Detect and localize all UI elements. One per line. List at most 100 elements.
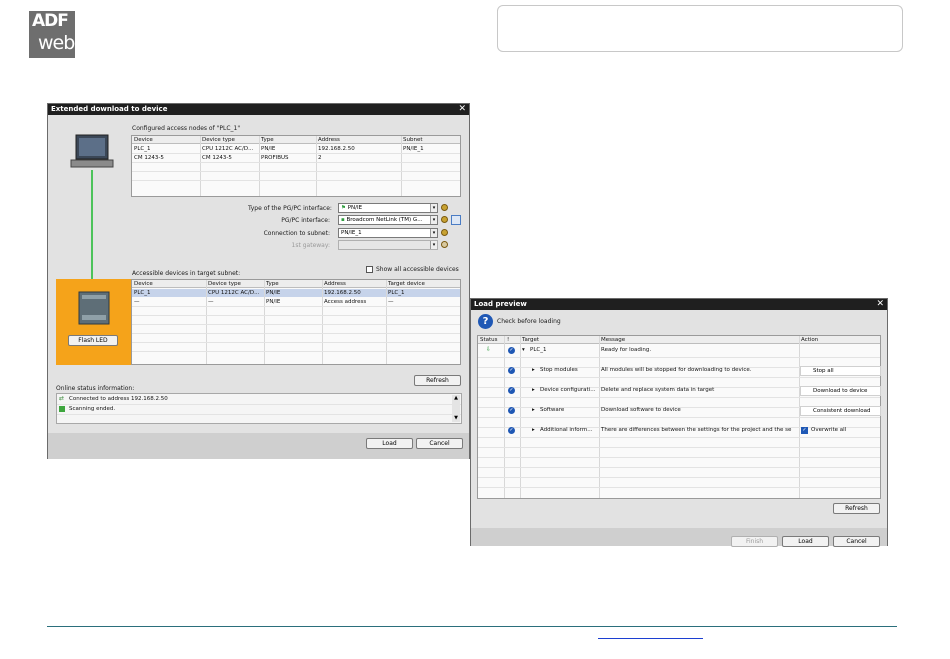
scroll-down-icon[interactable]: ▼	[452, 415, 460, 422]
load-button[interactable]: Load	[366, 438, 413, 449]
download-dialog-body: Configured access nodes of "PLC_1" Devic…	[48, 115, 469, 459]
download-dialog-titlebar: Extended download to device ✕	[48, 104, 469, 115]
action-select[interactable]: Consistent download	[800, 406, 881, 416]
table-cell[interactable]: PLC_1	[388, 290, 404, 296]
table-cell[interactable]: —	[134, 299, 140, 305]
col-target-device: Target device	[388, 281, 425, 287]
load-preview-body: ? Check before loading Status ! Target M…	[471, 310, 887, 547]
expand-icon[interactable]: ▾	[522, 347, 525, 353]
close-icon[interactable]: ✕	[458, 104, 466, 114]
col-device: Device	[134, 137, 153, 143]
accessible-devices-table: Device Device type Type Address Target d…	[131, 279, 461, 365]
device-led-panel: Flash LED	[56, 279, 131, 365]
load-preview-titlebar: Load preview ✕	[471, 299, 887, 310]
col-status: Status	[480, 337, 498, 343]
expand-icon[interactable]: ▸	[532, 367, 535, 373]
chevron-down-icon: ▾	[430, 204, 437, 212]
table-cell[interactable]: PN/IE	[266, 299, 280, 305]
col-type: Type	[266, 281, 279, 287]
cancel-button[interactable]: Cancel	[833, 536, 880, 547]
refresh-button[interactable]: Refresh	[414, 375, 461, 386]
pgpc-type-value: PN/IE	[347, 205, 363, 211]
action-select[interactable]: Download to device	[800, 386, 881, 396]
chevron-down-icon: ▾	[430, 241, 437, 249]
table-cell: 192.168.2.50	[318, 146, 355, 152]
col-action: Action	[801, 337, 819, 343]
col-device-type: Device type	[208, 281, 241, 287]
gateway-label: 1st gateway:	[291, 242, 330, 249]
properties-icon[interactable]	[441, 229, 448, 236]
col-message: Message	[601, 337, 626, 343]
close-icon[interactable]: ✕	[876, 299, 884, 309]
pgpc-interface-select[interactable]: ▪ Broadcom NetLink (TM) G... ▾	[338, 215, 438, 225]
ready-icon: ⇩	[486, 346, 492, 353]
table-cell[interactable]: PLC_1	[134, 290, 150, 296]
load-preview-dialog: Load preview ✕ ? Check before loading St…	[470, 298, 888, 547]
finish-button[interactable]: Finish	[731, 536, 778, 547]
check-icon: ✓	[508, 367, 515, 374]
col-device: Device	[134, 281, 153, 287]
col-address: Address	[324, 281, 346, 287]
table-cell[interactable]: 192.168.2.50	[324, 290, 361, 296]
download-dialog-title: Extended download to device	[51, 105, 168, 113]
load-button[interactable]: Load	[782, 536, 829, 547]
properties-icon[interactable]	[441, 204, 448, 211]
table-cell[interactable]: Access address	[324, 299, 366, 305]
table-cell[interactable]: CPU 1212C AC/D...	[208, 290, 263, 296]
footer-divider	[47, 626, 897, 627]
col-warning: !	[507, 337, 510, 343]
pgpc-type-label: Type of the PG/PC interface:	[248, 205, 332, 212]
table-cell: CPU 1212C AC/D...	[202, 146, 254, 152]
properties-icon[interactable]	[441, 241, 448, 248]
check-icon: ✓	[508, 347, 515, 354]
flash-led-button[interactable]: Flash LED	[68, 335, 118, 346]
header-box	[497, 5, 903, 52]
gateway-select[interactable]: ▾	[338, 240, 438, 250]
pgpc-laptop-icon	[70, 134, 114, 168]
message-cell: Delete and replace system data in target	[601, 387, 715, 393]
table-cell[interactable]: —	[388, 299, 394, 305]
footer-link[interactable]	[598, 638, 703, 639]
action-value: Stop all	[813, 368, 834, 374]
ok-icon	[59, 406, 65, 412]
action-select[interactable]: Stop all	[800, 366, 881, 376]
status-line: Scanning ended.	[69, 406, 116, 412]
overwrite-checkbox[interactable]: ✓	[801, 427, 808, 434]
selected-row-highlight	[132, 289, 460, 297]
action-value: Consistent download	[813, 408, 871, 414]
refresh-button[interactable]: Refresh	[833, 503, 880, 514]
table-cell: PN/IE_1	[403, 146, 424, 152]
pgpc-interface-label: PG/PC interface:	[281, 217, 330, 224]
online-status-label: Online status information:	[56, 385, 135, 392]
table-cell[interactable]: —	[208, 299, 214, 305]
col-device-type: Device type	[202, 137, 235, 143]
chevron-down-icon: ▾	[430, 229, 437, 237]
show-all-checkbox[interactable]	[366, 266, 373, 273]
expand-icon[interactable]: ▸	[532, 387, 535, 393]
search-network-icon[interactable]	[451, 215, 461, 225]
network-icon: ⚑	[341, 205, 346, 211]
pgpc-type-select[interactable]: ⚑ PN/IE ▾	[338, 203, 438, 213]
status-line: Connected to address 192.168.2.50	[69, 396, 168, 402]
scroll-up-icon[interactable]: ▲	[452, 395, 460, 402]
accessible-devices-label: Accessible devices in target subnet:	[132, 270, 241, 277]
load-preview-table: Status ! Target Message Action ⇩ ✓ ▾ PLC…	[477, 335, 881, 499]
action-value: Overwrite all	[811, 427, 847, 433]
subnet-select[interactable]: PN/IE_1 ▾	[338, 228, 438, 238]
expand-icon[interactable]: ▸	[532, 407, 535, 413]
target-cell: Stop modules	[540, 367, 578, 373]
status-log: ⇄ Connected to address 192.168.2.50 Scan…	[56, 393, 462, 424]
table-cell[interactable]: PN/IE	[266, 290, 280, 296]
logo-text-adf: ADF	[32, 11, 69, 31]
check-icon: ✓	[508, 387, 515, 394]
cancel-button[interactable]: Cancel	[416, 438, 463, 449]
scrollbar[interactable]: ▲ ▼	[452, 395, 460, 422]
properties-icon[interactable]	[441, 216, 448, 223]
col-type: Type	[261, 137, 274, 143]
subnet-label: Connection to subnet:	[263, 230, 330, 237]
col-address: Address	[318, 137, 340, 143]
table-cell: PROFIBUS	[261, 155, 289, 161]
expand-icon[interactable]: ▸	[532, 427, 535, 433]
download-dialog: Extended download to device ✕ Configured…	[47, 103, 470, 459]
configured-nodes-label: Configured access nodes of "PLC_1"	[132, 125, 241, 132]
